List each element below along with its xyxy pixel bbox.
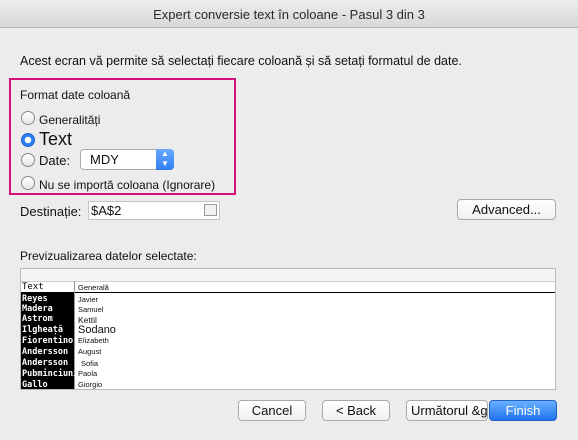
next-button[interactable]: Următorul &gt; — [406, 400, 488, 421]
advanced-button[interactable]: Advanced... — [457, 199, 556, 220]
cancel-button[interactable]: Cancel — [238, 400, 306, 421]
radio-date-label[interactable]: Date: — [39, 153, 70, 168]
window-title: Expert conversie text în coloane - Pasul… — [153, 7, 425, 22]
preview-cell: August — [78, 347, 102, 356]
destination-input[interactable]: $A$2 — [88, 201, 220, 220]
radio-skip[interactable] — [21, 176, 35, 190]
finish-button[interactable]: Finish — [489, 400, 557, 421]
format-group-label: Format date coloană — [20, 88, 131, 102]
preview-cell: Sodano — [78, 324, 116, 336]
preview-cell: Giorgio — [78, 380, 103, 389]
preview-cell: Andersson — [22, 347, 69, 357]
radio-skip-label[interactable]: Nu se importă coloana (Ignorare) — [39, 178, 215, 192]
preview-cell: Madera — [22, 304, 53, 314]
destination-value: $A$2 — [91, 203, 122, 218]
date-format-value: MDY — [90, 152, 119, 167]
preview-label: Previzualizarea datelor selectate: — [20, 249, 197, 263]
preview-cell: Ilgheață — [22, 325, 63, 335]
radio-date[interactable] — [21, 153, 35, 167]
data-preview[interactable]: Text Generală Reyes Javier Madera Samuel… — [20, 268, 556, 390]
preview-cell: Fiorentino — [22, 336, 74, 346]
preview-ruler — [21, 269, 555, 282]
intro-text: Acest ecran vă permite să selectați fiec… — [20, 54, 462, 68]
preview-cell: Samuel — [78, 305, 104, 314]
radio-general-label[interactable]: Generalități — [39, 113, 100, 127]
date-format-select[interactable]: MDY ▲ ▼ — [80, 149, 174, 170]
preview-header-col2: Generală — [78, 283, 109, 292]
preview-cell: Elizabeth — [78, 336, 109, 345]
preview-cell: Andersson — [22, 358, 69, 368]
title-bar: Expert conversie text în coloane - Pasul… — [0, 0, 578, 28]
destination-label: Destinație: — [20, 204, 82, 219]
radio-text[interactable] — [21, 133, 35, 147]
preview-cell: Pubminciuni — [22, 369, 79, 379]
radio-general[interactable] — [21, 111, 35, 125]
preview-cell: Javier — [78, 295, 99, 304]
preview-cell: Gallo — [22, 380, 48, 390]
range-picker-icon[interactable] — [204, 204, 217, 216]
preview-header-col1: Text — [22, 282, 44, 292]
preview-cell: Astrom — [22, 314, 53, 324]
preview-cell: Paola — [78, 369, 98, 378]
preview-cell: Reyes — [22, 294, 48, 304]
preview-cell: Sofia — [81, 359, 99, 368]
header-divider — [21, 292, 555, 293]
updown-arrow-icon: ▲ ▼ — [156, 149, 174, 170]
back-button[interactable]: < Back — [322, 400, 390, 421]
radio-text-label[interactable]: Text — [39, 129, 72, 150]
